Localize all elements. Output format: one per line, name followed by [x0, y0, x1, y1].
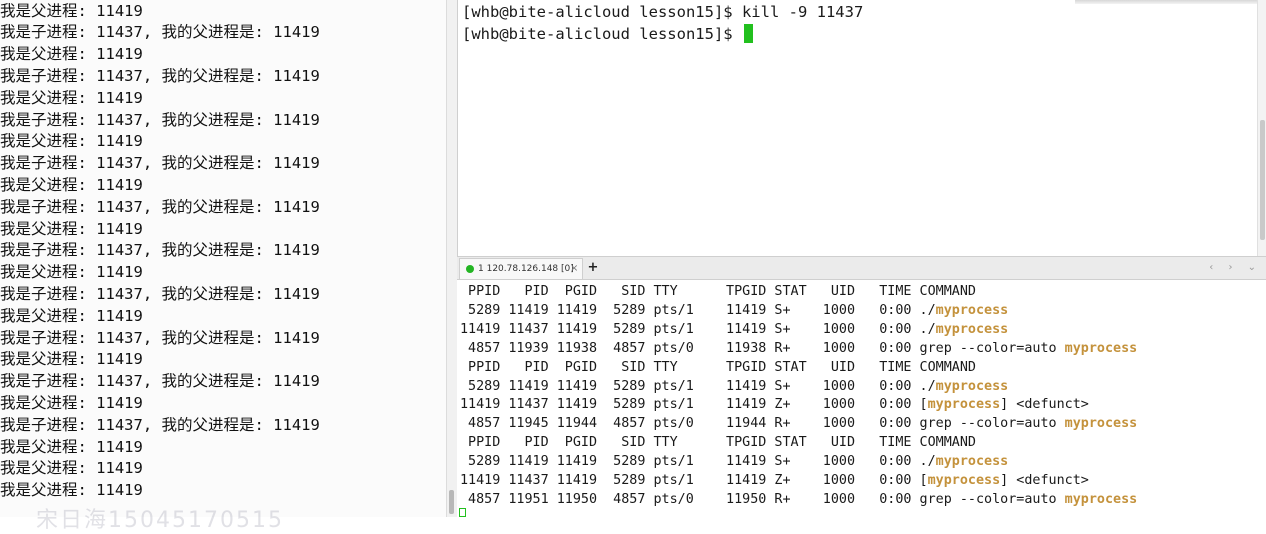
terminal-line-2: [whb@bite-alicloud lesson15]$: [462, 23, 753, 45]
ps-row: 5289 11419 11419 5289 pts/1 11419 S+ 100…: [460, 301, 1008, 320]
grep-highlight: myprocess: [927, 473, 1001, 488]
watermark: 宋日海15045170515: [36, 508, 284, 533]
ps-text-suffix: ] <defunct>: [1000, 397, 1089, 413]
ps-row: 11419 11437 11419 5289 pts/1 11419 Z+ 10…: [460, 395, 1089, 414]
scrollbar-thumb[interactable]: [449, 490, 454, 514]
ps-row: 11419 11437 11419 5289 pts/1 11419 S+ 10…: [460, 320, 1008, 339]
prompt: [whb@bite-alicloud lesson15]$: [462, 25, 742, 43]
ps-row: 5289 11419 11419 5289 pts/1 11419 S+ 100…: [460, 377, 1008, 396]
output-line: 我是子进程: 11437, 我的父进程是: 11419: [0, 328, 320, 347]
ps-text: 4857 11939 11938 4857 pts/0 11938 R+ 100…: [460, 340, 1065, 356]
ps-text: PPID PID PGID SID TTY TPGID STAT UID TIM…: [460, 359, 976, 375]
ps-row: 5289 11419 11419 5289 pts/1 11419 S+ 100…: [460, 452, 1008, 471]
output-line: 我是子进程: 11437, 我的父进程是: 11419: [0, 66, 320, 85]
output-line: 我是子进程: 11437, 我的父进程是: 11419: [0, 197, 320, 216]
grep-highlight: myprocess: [927, 397, 1001, 413]
output-line: 我是子进程: 11437, 我的父进程是: 11419: [0, 415, 320, 434]
ps-row: 4857 11951 11950 4857 pts/0 11950 R+ 100…: [460, 490, 1137, 509]
grep-highlight: myprocess: [1064, 491, 1138, 507]
output-line: 我是子进程: 11437, 我的父进程是: 11419: [0, 284, 320, 303]
top-terminal-scrollbar[interactable]: [1257, 0, 1266, 256]
connected-status-icon: [466, 265, 474, 273]
terminal-cursor: [743, 24, 753, 43]
ps-text: PPID PID PGID SID TTY TPGID STAT UID TIM…: [460, 435, 976, 451]
output-line: 我是父进程: 11419: [0, 350, 143, 369]
output-line: 我是父进程: 11419: [0, 481, 143, 500]
ps-row: 11419 11437 11419 5289 pts/1 11419 Z+ 10…: [460, 471, 1089, 490]
terminal-line-1: [whb@bite-alicloud lesson15]$ kill -9 11…: [462, 1, 863, 23]
ps-row: 4857 11945 11944 4857 pts/0 11944 R+ 100…: [460, 414, 1137, 433]
top-terminal[interactable]: [whb@bite-alicloud lesson15]$ kill -9 11…: [457, 0, 1258, 256]
output-line: 我是父进程: 11419: [0, 45, 143, 64]
session-tab-bar: 1 120.78.126.148 [0] × + ‹ › ⌄: [457, 256, 1266, 280]
prompt: [whb@bite-alicloud lesson15]$: [462, 3, 742, 21]
output-line: 我是父进程: 11419: [0, 219, 143, 238]
ps-row: 4857 11939 11938 4857 pts/0 11938 R+ 100…: [460, 339, 1137, 358]
grep-highlight: myprocess: [935, 302, 1009, 318]
grep-highlight: myprocess: [1064, 416, 1138, 432]
ps-header-line: PPID PID PGID SID TTY TPGID STAT UID TIM…: [460, 358, 976, 377]
output-line: 我是父进程: 11419: [0, 1, 143, 20]
scrollbar-thumb[interactable]: [1260, 120, 1265, 240]
add-tab-button[interactable]: +: [585, 257, 601, 279]
output-line: 我是子进程: 11437, 我的父进程是: 11419: [0, 23, 320, 42]
output-line: 我是父进程: 11419: [0, 175, 143, 194]
grep-highlight: myprocess: [1064, 340, 1138, 356]
ps-text: 4857 11945 11944 4857 pts/0 11944 R+ 100…: [460, 416, 1065, 432]
kill-command: kill -9 11437: [741, 3, 864, 21]
tab-navigation-icons[interactable]: ‹ › ⌄: [1209, 257, 1262, 279]
ps-text: 11419 11437 11419 5289 pts/1 11419 Z+ 10…: [460, 473, 928, 488]
left-terminal-scrollbar[interactable]: [446, 0, 457, 517]
output-line: 我是父进程: 11419: [0, 393, 143, 412]
output-line: 我是父进程: 11419: [0, 459, 143, 478]
left-terminal-output[interactable]: 我是父进程: 11419 我是子进程: 11437, 我的父进程是: 11419 我…: [0, 0, 446, 517]
ps-text: PPID PID PGID SID TTY TPGID STAT UID TIM…: [460, 284, 976, 299]
output-line: 我是父进程: 11419: [0, 306, 143, 325]
grep-highlight: myprocess: [935, 454, 1009, 470]
output-line: 我是父进程: 11419: [0, 263, 143, 282]
ps-text: 5289 11419 11419 5289 pts/1 11419 S+ 100…: [460, 302, 936, 318]
grep-highlight: myprocess: [935, 378, 1009, 394]
grep-highlight: myprocess: [935, 321, 1009, 337]
output-line: 我是父进程: 11419: [0, 132, 143, 151]
output-line: 我是子进程: 11437, 我的父进程是: 11419: [0, 241, 320, 260]
ps-text: 4857 11951 11950 4857 pts/0 11950 R+ 100…: [460, 491, 1065, 507]
ps-header-line: PPID PID PGID SID TTY TPGID STAT UID TIM…: [460, 282, 976, 301]
ps-text-suffix: ] <defunct>: [1000, 473, 1089, 488]
output-line: 我是子进程: 11437, 我的父进程是: 11419: [0, 110, 320, 129]
ps-text: 5289 11419 11419 5289 pts/1 11419 S+ 100…: [460, 378, 936, 394]
ps-header-line: PPID PID PGID SID TTY TPGID STAT UID TIM…: [460, 433, 976, 452]
output-line: 我是子进程: 11437, 我的父进程是: 11419: [0, 372, 320, 391]
ps-text: 11419 11437 11419 5289 pts/1 11419 S+ 10…: [460, 321, 936, 337]
ps-text: 11419 11437 11419 5289 pts/1 11419 Z+ 10…: [460, 397, 928, 413]
close-icon[interactable]: ×: [570, 259, 578, 279]
session-tab[interactable]: 1 120.78.126.148 [0] ×: [459, 258, 583, 279]
window-edge: [1075, 0, 1266, 4]
output-line: 我是父进程: 11419: [0, 88, 143, 107]
output-line: 我是父进程: 11419: [0, 437, 143, 456]
ps-text: 5289 11419 11419 5289 pts/1 11419 S+ 100…: [460, 454, 936, 470]
session-tab-label: 1 120.78.126.148 [0]: [478, 264, 574, 274]
terminal-cursor: [459, 508, 466, 517]
bottom-terminal[interactable]: PPID PID PGID SID TTY TPGID STAT UID TIM…: [457, 280, 1266, 517]
output-line: 我是子进程: 11437, 我的父进程是: 11419: [0, 154, 320, 173]
